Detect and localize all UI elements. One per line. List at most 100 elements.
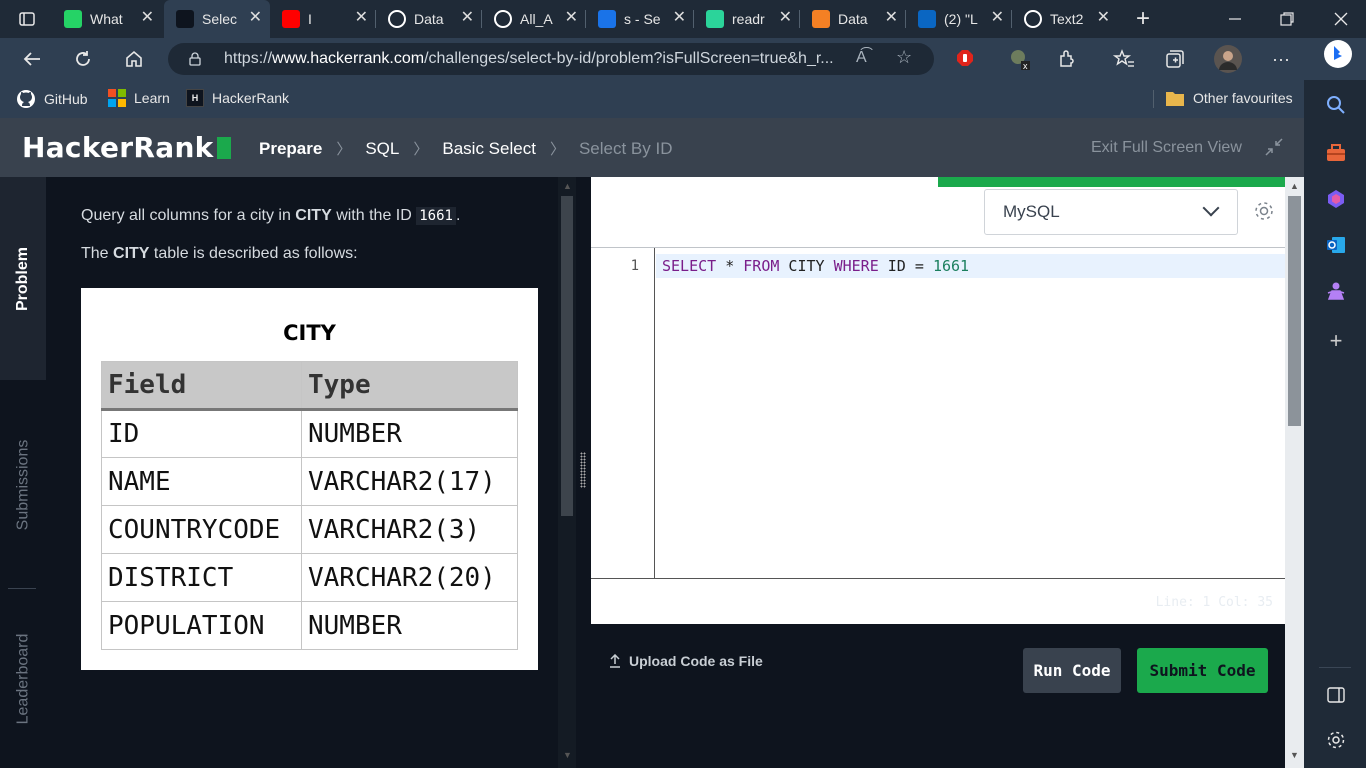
bookmark-other-favourites[interactable]: Other favourites [1165, 89, 1293, 107]
browser-tab[interactable]: I ✕ [270, 0, 376, 38]
hackerrank-header: HackerRank Prepare 〉 SQL 〉 Basic Select … [0, 118, 1304, 177]
browser-tab[interactable]: Data ✕ [800, 0, 906, 38]
close-tab-icon[interactable]: ✕ [141, 10, 154, 26]
browser-tab[interactable]: readr ✕ [694, 0, 800, 38]
browser-tab[interactable]: Selec ✕ [164, 0, 270, 38]
scroll-down-icon[interactable]: ▼ [1290, 750, 1299, 760]
close-tab-icon[interactable]: ✕ [779, 10, 792, 26]
tools-icon[interactable] [1324, 141, 1348, 165]
add-favourite-icon[interactable]: ☆ [896, 47, 912, 68]
scroll-down-icon[interactable]: ▼ [563, 750, 572, 760]
upload-code-button[interactable]: Upload Code as File [609, 653, 763, 669]
code-editor[interactable]: 1 SELECT * FROM CITY WHERE ID = 1661 [591, 247, 1285, 579]
scrollbar-thumb[interactable] [1288, 196, 1301, 426]
panel-splitter[interactable] [576, 177, 591, 768]
close-tab-icon[interactable]: ✕ [249, 10, 262, 26]
favourites-icon[interactable] [1109, 44, 1139, 74]
collections-icon[interactable] [1160, 44, 1190, 74]
home-button[interactable] [119, 44, 149, 74]
hide-sidebar-icon[interactable] [1324, 683, 1348, 707]
code-line[interactable]: SELECT * FROM CITY WHERE ID = 1661 [656, 254, 1285, 278]
table-header: Field [101, 361, 302, 411]
browser-tab[interactable]: What ✕ [52, 0, 162, 38]
breadcrumb-sql[interactable]: SQL [365, 139, 399, 159]
office-icon[interactable] [1324, 187, 1348, 211]
close-window-button[interactable] [1326, 4, 1356, 34]
run-code-button[interactable]: Run Code [1023, 648, 1121, 693]
hackerrank-logo[interactable]: HackerRank [22, 131, 231, 164]
exit-full-screen-link[interactable]: Exit Full Screen View [1091, 139, 1242, 157]
bookmark-label: Learn [134, 90, 170, 106]
scroll-up-icon[interactable]: ▲ [563, 181, 572, 191]
search-icon[interactable] [1324, 93, 1348, 117]
drag-handle-icon[interactable] [580, 452, 586, 488]
chevron-right-icon: 〉 [336, 141, 352, 158]
chevron-down-icon [1202, 199, 1220, 217]
language-select[interactable]: MySQL [984, 189, 1238, 235]
minimize-button[interactable] [1220, 4, 1250, 34]
submit-code-button[interactable]: Submit Code [1137, 648, 1268, 693]
chevron-right-icon: 〉 [549, 141, 565, 158]
browser-tab[interactable]: s - Se ✕ [586, 0, 694, 38]
scrollbar-thumb[interactable] [561, 196, 573, 516]
close-tab-icon[interactable]: ✕ [565, 10, 578, 26]
close-tab-icon[interactable]: ✕ [1097, 10, 1110, 26]
refresh-button[interactable] [68, 44, 98, 74]
browser-toolbar: https://www.hackerrank.com/challenges/se… [0, 38, 1366, 80]
browser-tab[interactable]: Text2 ✕ [1012, 0, 1118, 38]
tab-problem[interactable]: Problem [0, 177, 46, 380]
lock-icon[interactable] [188, 52, 202, 66]
table-cell: DISTRICT [101, 553, 302, 602]
bookmark-hackerrank[interactable]: H HackerRank [186, 89, 289, 107]
close-tab-icon[interactable]: ✕ [991, 10, 1004, 26]
tab-actions-icon[interactable] [12, 4, 42, 34]
add-sidebar-app-icon[interactable]: + [1324, 328, 1348, 353]
new-tab-button[interactable]: + [1128, 4, 1158, 34]
profile-avatar[interactable] [1213, 44, 1243, 74]
table-cell: NAME [101, 457, 302, 506]
tab-title: I [308, 11, 312, 27]
close-tab-icon[interactable]: ✕ [355, 10, 368, 26]
bing-copilot-icon[interactable] [1322, 38, 1354, 70]
editor-settings-icon[interactable] [1253, 200, 1277, 224]
restore-button[interactable] [1272, 4, 1302, 34]
tab-submissions[interactable]: Submissions [0, 380, 46, 590]
back-button[interactable] [17, 44, 47, 74]
read-aloud-icon[interactable]: A͡ [856, 49, 867, 67]
city-schema-table: Field Type ID NUMBER NAME VARCHAR2(17) COUNTR… [101, 361, 518, 650]
upload-icon [610, 654, 620, 668]
browser-tab[interactable]: All_A ✕ [482, 0, 586, 38]
browser-tab[interactable]: (2) "L ✕ [906, 0, 1012, 38]
bookmark-github[interactable]: GitHub [16, 89, 88, 109]
tab-leaderboard[interactable]: Leaderboard [0, 590, 46, 768]
bookmark-learn[interactable]: Learn [108, 89, 170, 107]
minimize-arrows-icon[interactable] [1265, 138, 1283, 161]
settings-icon[interactable] [1324, 728, 1348, 752]
city-table-title: CITY [283, 321, 336, 345]
problem-scrollbar[interactable]: ▲ ▼ [558, 177, 576, 768]
tab-title: Text2 [1050, 11, 1084, 27]
editor-scrollbar[interactable]: ▲ ▼ [1285, 177, 1304, 768]
address-bar[interactable]: https://www.hackerrank.com/challenges/se… [168, 43, 934, 75]
adblock-extension-icon[interactable] [950, 44, 980, 74]
close-tab-icon[interactable]: ✕ [885, 10, 898, 26]
extensions-icon[interactable] [1052, 44, 1082, 74]
chevron-right-icon: 〉 [413, 141, 429, 158]
url-text[interactable]: https://www.hackerrank.com/challenges/se… [224, 50, 854, 68]
scroll-up-icon[interactable]: ▲ [1290, 181, 1299, 191]
github-icon [494, 10, 512, 28]
progress-bar [938, 177, 1285, 187]
extension-icon[interactable]: x [1004, 44, 1034, 74]
close-tab-icon[interactable]: ✕ [673, 10, 686, 26]
browser-tab[interactable]: Data ✕ [376, 0, 482, 38]
more-menu-icon[interactable]: ··· [1266, 44, 1296, 74]
outlook-icon[interactable] [1324, 233, 1348, 257]
breadcrumb-basic-select[interactable]: Basic Select [442, 139, 536, 159]
close-tab-icon[interactable]: ✕ [461, 10, 474, 26]
table-cell: VARCHAR2(3) [301, 505, 518, 554]
search-icon [598, 10, 616, 28]
breadcrumb-prepare[interactable]: Prepare [259, 139, 322, 159]
table-row: POPULATION NUMBER [101, 601, 518, 650]
games-icon[interactable] [1324, 279, 1348, 303]
microsoft-icon [108, 89, 126, 107]
